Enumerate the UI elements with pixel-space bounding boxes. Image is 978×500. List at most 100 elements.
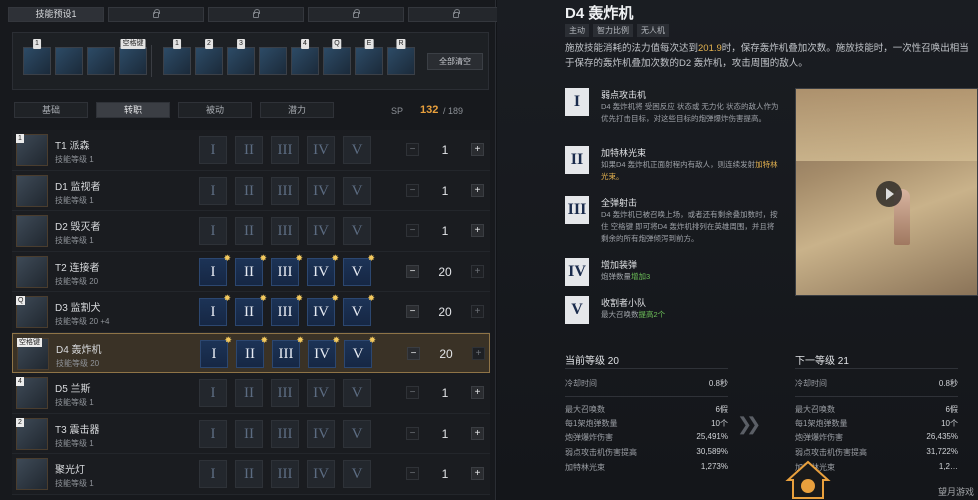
tab-potential[interactable]: 潜力 <box>260 102 334 118</box>
tier-4-button[interactable]: IV ✸ <box>308 335 340 368</box>
hotbar-slot[interactable]: 1 <box>23 39 51 75</box>
tier-1-button[interactable]: I <box>199 419 227 448</box>
preset-tab-5[interactable] <box>408 7 504 22</box>
hotbar-slot[interactable]: 2 <box>195 39 223 75</box>
decrease-button[interactable]: − <box>406 224 419 237</box>
tier-3-button[interactable]: III <box>271 176 299 205</box>
decrease-button[interactable]: − <box>406 183 419 197</box>
skill-row[interactable]: D1 监视者 技能等级 1 I II III IV V − 1 + <box>12 170 490 211</box>
skill-row[interactable]: Q D3 监割犬 技能等级 20 +4 I ✸ II ✸ III ✸ IV ✸ V ✸ − 20 … <box>12 292 490 333</box>
tier-title: 增加装弹 <box>601 260 638 270</box>
tier-4-button[interactable]: IV <box>307 136 335 164</box>
tier-1-button[interactable]: I ✸ <box>199 253 231 286</box>
skill-row[interactable]: 空格键 D4 轰炸机 技能等级 20 I ✸ II ✸ III ✸ IV ✸ V ✸ − 20 + <box>12 332 490 373</box>
tier-3-button[interactable]: III <box>271 419 299 448</box>
tier-1-button[interactable]: I <box>199 379 227 407</box>
tier-1-button[interactable]: I ✸ <box>200 335 232 368</box>
tier-4-button[interactable]: IV <box>307 419 335 448</box>
tier-5-button[interactable]: V ✸ <box>343 253 375 286</box>
tier-4-button[interactable]: IV ✸ <box>307 253 339 286</box>
hotbar-slot[interactable]: E <box>355 39 383 75</box>
tier-3-button[interactable]: III <box>271 136 299 164</box>
tier-5-button[interactable]: V <box>343 176 371 205</box>
tier-2-button[interactable]: II <box>235 217 263 245</box>
tier-1-button[interactable]: I ✸ <box>199 294 231 326</box>
tab-advancement[interactable]: 转职 <box>96 102 170 118</box>
increase-button[interactable]: + <box>472 346 485 360</box>
hotbar-slot[interactable] <box>87 47 115 75</box>
tier-5-button[interactable]: V ✸ <box>344 335 376 368</box>
skill-points-count: 1 <box>441 183 449 198</box>
tier-2-button[interactable]: II <box>235 460 263 488</box>
increase-button[interactable]: + <box>471 426 484 440</box>
decrease-button[interactable]: − <box>406 426 419 440</box>
increase-button[interactable]: + <box>471 386 484 399</box>
skill-preview-video[interactable] <box>795 88 978 296</box>
skill-row[interactable]: D2 毁灭者 技能等级 1 I II III IV V − 1 + <box>12 211 490 252</box>
tier-1-button[interactable]: I <box>199 176 227 205</box>
play-icon[interactable] <box>876 181 902 207</box>
tab-passive[interactable]: 被动 <box>178 102 252 118</box>
decrease-button[interactable]: − <box>407 346 420 360</box>
tier-2-button[interactable]: II ✸ <box>235 294 267 326</box>
tier-5-button[interactable]: V ✸ <box>343 294 375 326</box>
tier-5-button[interactable]: V <box>343 136 371 164</box>
decrease-button[interactable]: − <box>406 305 419 318</box>
tier-1-button[interactable]: I <box>199 136 227 164</box>
tier-5-button[interactable]: V <box>343 419 371 448</box>
tier-3-button[interactable]: III <box>271 217 299 245</box>
skill-rows: 1 T1 派森 技能等级 1 I II III IV V − 1 + D1 监视者 技能… <box>12 130 490 495</box>
tier-4-button[interactable]: IV <box>307 176 335 205</box>
tier-3-button[interactable]: III <box>271 379 299 407</box>
tier-2-button[interactable]: II <box>235 136 263 164</box>
increase-button[interactable]: + <box>471 143 484 156</box>
increase-button[interactable]: + <box>471 305 484 318</box>
decrease-button[interactable]: − <box>406 386 419 399</box>
tier-1-button[interactable]: I <box>199 217 227 245</box>
tab-basic[interactable]: 基础 <box>14 102 88 118</box>
tier-5-button[interactable]: V <box>343 379 371 407</box>
hotbar-slot[interactable]: 4 <box>291 39 319 75</box>
tier-5-button[interactable]: V <box>343 460 371 488</box>
tier-2-button[interactable]: II <box>235 379 263 407</box>
tier-1-button[interactable]: I <box>199 460 227 488</box>
skill-row[interactable]: 2 T3 震击器 技能等级 1 I II III IV V − 1 + <box>12 413 490 454</box>
preset-tab-2[interactable] <box>108 7 204 22</box>
hotbar-slot[interactable] <box>55 47 83 75</box>
increase-button[interactable]: + <box>471 224 484 237</box>
decrease-button[interactable]: − <box>406 467 419 480</box>
preset-tab-4[interactable] <box>308 7 404 22</box>
tier-5-button[interactable]: V <box>343 217 371 245</box>
tier-3-button[interactable]: III ✸ <box>272 335 304 368</box>
clear-all-button[interactable]: 全部清空 <box>427 53 483 70</box>
increase-button[interactable]: + <box>471 467 484 480</box>
tier-2-button[interactable]: II <box>235 176 263 205</box>
hotbar-slot[interactable]: R <box>387 39 415 75</box>
tier-3-button[interactable]: III ✸ <box>271 294 303 326</box>
decrease-button[interactable]: − <box>406 264 419 278</box>
preset-tab-1[interactable]: 技能预设1 <box>8 7 104 22</box>
tier-4-button[interactable]: IV <box>307 460 335 488</box>
tier-4-button[interactable]: IV <box>307 379 335 407</box>
increase-button[interactable]: + <box>471 264 484 278</box>
skill-row[interactable]: 1 T1 派森 技能等级 1 I II III IV V − 1 + <box>12 130 490 171</box>
skill-level: 技能等级 1 <box>55 398 94 407</box>
hotbar-slot[interactable]: 空格键 <box>119 39 147 75</box>
increase-button[interactable]: + <box>471 183 484 197</box>
hotbar-slot[interactable]: 1 <box>163 39 191 75</box>
hotbar-slot[interactable]: Q <box>323 39 351 75</box>
skill-row[interactable]: 4 D5 兰斯 技能等级 1 I II III IV V − 1 + <box>12 373 490 414</box>
hotbar-slot[interactable] <box>259 47 287 75</box>
tier-2-button[interactable]: II <box>235 419 263 448</box>
preset-tab-3[interactable] <box>208 7 304 22</box>
tier-4-button[interactable]: IV <box>307 217 335 245</box>
tier-3-button[interactable]: III <box>271 460 299 488</box>
decrease-button[interactable]: − <box>406 143 419 156</box>
hotbar-slot[interactable]: 3 <box>227 39 255 75</box>
tier-4-button[interactable]: IV ✸ <box>307 294 339 326</box>
skill-row[interactable]: 聚光灯 技能等级 1 I II III IV V − 1 + <box>12 454 490 495</box>
tier-2-button[interactable]: II ✸ <box>235 253 267 286</box>
tier-3-button[interactable]: III ✸ <box>271 253 303 286</box>
tier-2-button[interactable]: II ✸ <box>236 335 268 368</box>
skill-row[interactable]: T2 连接者 技能等级 20 I ✸ II ✸ III ✸ IV ✸ V ✸ − 20 + <box>12 251 490 292</box>
